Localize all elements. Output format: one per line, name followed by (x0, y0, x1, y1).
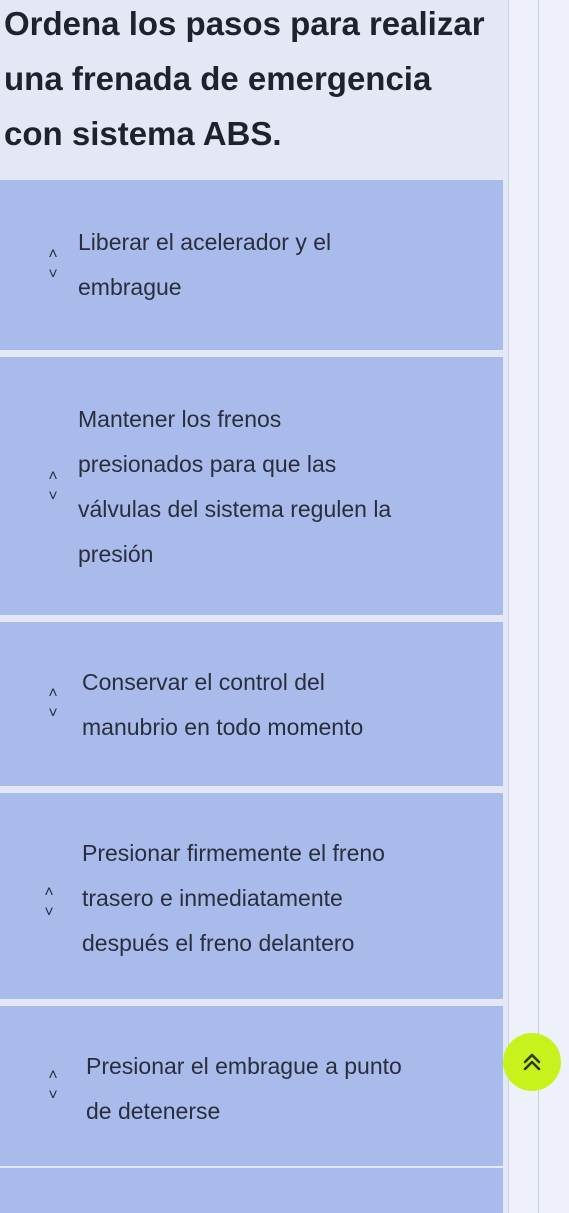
list-item[interactable]: ˄ ˅ Presionar firmemente el freno traser… (0, 793, 503, 999)
chevron-down-icon[interactable]: ˅ (40, 487, 66, 507)
chevron-up-icon[interactable]: ˄ (40, 467, 66, 487)
chevron-down-icon[interactable]: ˅ (36, 903, 62, 923)
ordering-list: ˄ ˅ Liberar el acelerador y el embrague … (0, 180, 503, 1173)
item-text: Liberar el acelerador y el embrague (78, 229, 332, 300)
chevron-down-icon[interactable]: ˅ (40, 1086, 66, 1106)
question-line-1: Ordena los pasos para realizar (4, 5, 485, 42)
list-item[interactable]: ˄ ˅ Presionar el embrague a punto de det… (0, 1006, 503, 1166)
chevron-up-icon[interactable]: ˄ (40, 245, 66, 265)
reorder-arrows: ˄ ˅ (40, 467, 66, 507)
scroll-to-top-button[interactable] (503, 1033, 561, 1091)
list-item[interactable]: ˄ ˅ Liberar el acelerador y el embrague (0, 180, 503, 350)
chevron-up-icon[interactable]: ˄ (36, 883, 62, 903)
item-text: Conservar el control del manubrio en tod… (82, 669, 364, 740)
reorder-arrows: ˄ ˅ (40, 684, 66, 724)
list-item[interactable]: ˄ ˅ Mantener los frenos presionados para… (0, 357, 503, 615)
item-text: Mantener los frenos presionados para que… (78, 406, 392, 567)
question-line-2: una frenada de emergencia (4, 60, 432, 97)
chevron-down-icon[interactable]: ˅ (40, 265, 66, 285)
list-item[interactable]: ˄ ˅ Conservar el control del manubrio en… (0, 622, 503, 786)
question-line-3: con sistema ABS. (4, 115, 282, 152)
reorder-arrows: ˄ ˅ (36, 883, 62, 923)
chevron-up-icon[interactable]: ˄ (40, 1066, 66, 1086)
reorder-arrows: ˄ ˅ (40, 245, 66, 285)
chevron-up-icon[interactable]: ˄ (40, 684, 66, 704)
reorder-arrows: ˄ ˅ (40, 1066, 66, 1106)
margin-divider (538, 0, 539, 1213)
item-text: Presionar el embrague a punto de detener… (86, 1053, 402, 1124)
item-text: Presionar firmemente el freno trasero e … (82, 840, 385, 956)
double-chevron-up-icon (523, 1053, 541, 1071)
chevron-down-icon[interactable]: ˅ (40, 704, 66, 724)
question-title: Ordena los pasos para realizar una frena… (4, 0, 504, 161)
next-list-item-partial[interactable] (0, 1168, 503, 1213)
